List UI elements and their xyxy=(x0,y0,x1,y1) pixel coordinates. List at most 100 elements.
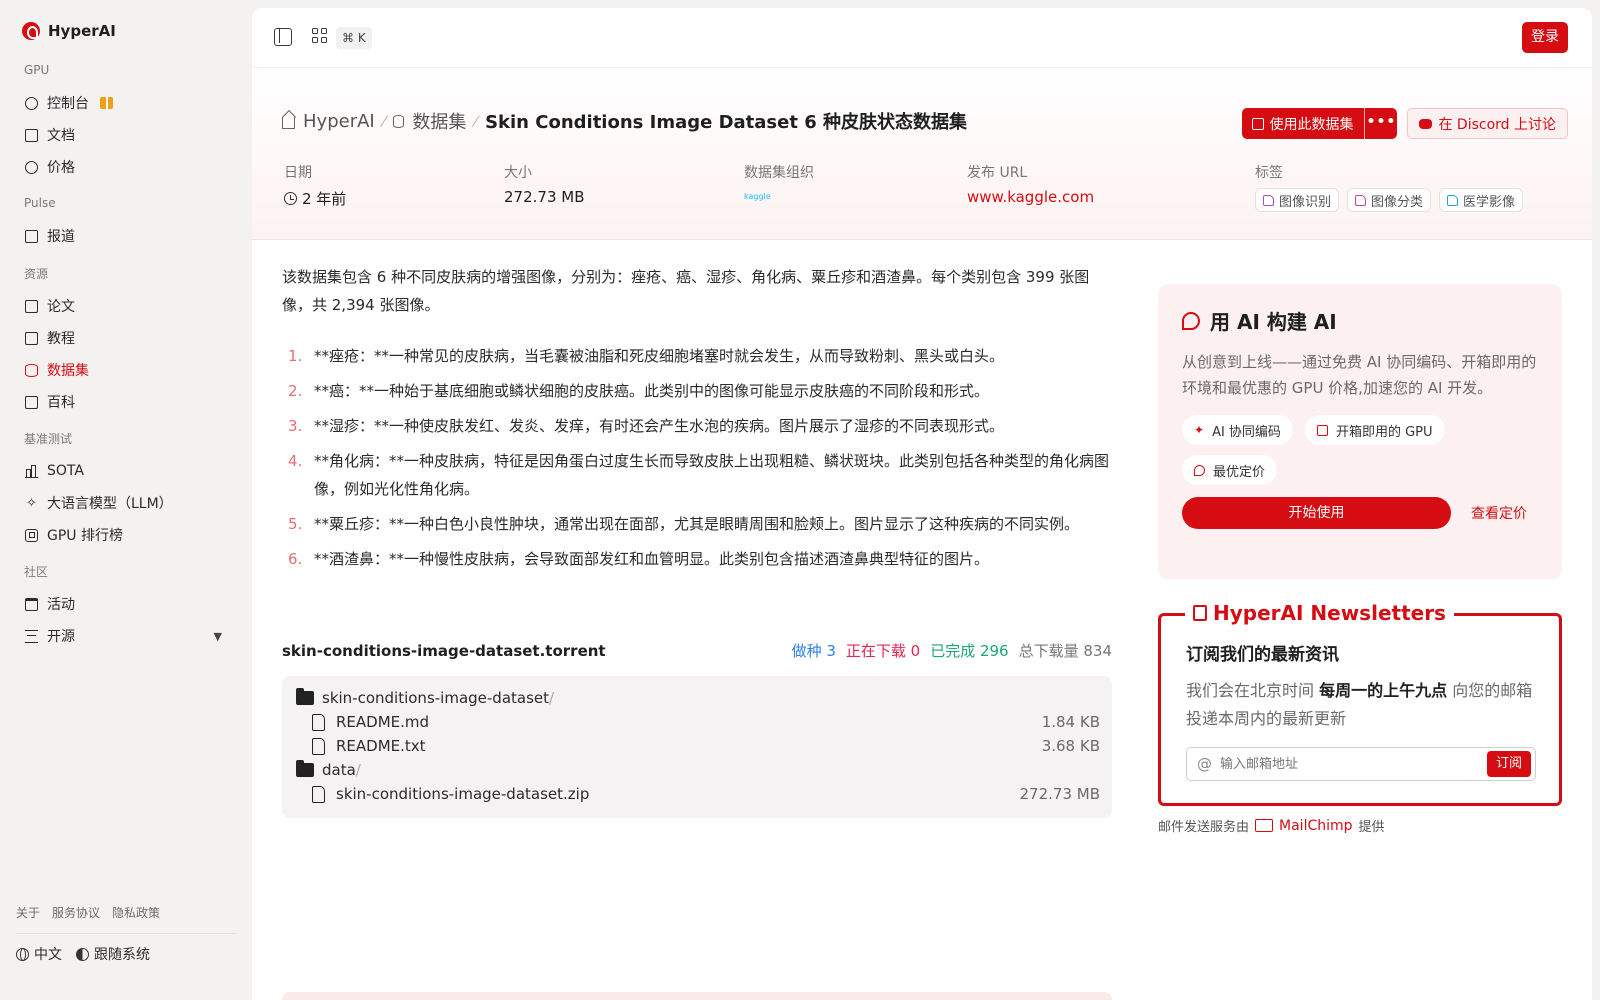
file-row[interactable]: skin-conditions-image-dataset.zip 272.73… xyxy=(296,782,1100,806)
file-icon xyxy=(312,737,325,755)
dashboard-icon xyxy=(25,96,38,110)
about-link[interactable]: 关于 xyxy=(16,904,40,921)
database-icon xyxy=(393,114,405,128)
subscribe-button[interactable]: 订阅 xyxy=(1486,751,1531,777)
file-name: README.md xyxy=(336,713,430,731)
list-number: 1. xyxy=(288,347,303,365)
topbar: ⌘ K 登录 xyxy=(252,8,1592,68)
page-title: Skin Conditions Image Dataset 6 种皮肤状态数据集 xyxy=(485,112,968,133)
ai-promo-card: 用 AI 构建 AI 从创意到上线——通过免费 AI 协同编码、开箱即用的环境和… xyxy=(1158,284,1562,579)
source-url-link[interactable]: www.kaggle.com xyxy=(967,188,1094,206)
meta-label: 大小 xyxy=(504,165,532,181)
use-dataset-button-group: 使用此数据集 ••• xyxy=(1242,108,1398,139)
theme-switcher[interactable]: 跟随系统 xyxy=(76,944,150,964)
terms-link[interactable]: 服务协议 xyxy=(52,904,100,921)
brand-name: HyperAI xyxy=(48,22,116,40)
file-row[interactable]: README.md 1.84 KB xyxy=(296,710,1100,734)
main-panel: ⌘ K 登录 HyperAI ⁄ 数据集 ⁄ Skin Conditions I… xyxy=(252,8,1592,1000)
chip-icon xyxy=(25,528,38,542)
nav-heading: 社区 xyxy=(24,565,49,579)
file-row[interactable]: data / xyxy=(296,758,1100,782)
server-icon xyxy=(1316,424,1328,436)
tag-icon xyxy=(1447,194,1459,206)
sidebar-item-events[interactable]: 活动 xyxy=(16,588,236,620)
tag-chip[interactable]: 医学影像 xyxy=(1439,188,1524,212)
breadcrumb-home[interactable]: HyperAI xyxy=(303,111,375,132)
chip-label: 最优定价 xyxy=(1213,464,1266,480)
file-row[interactable]: skin-conditions-image-dataset / xyxy=(296,686,1100,710)
tag-label: 图像识别 xyxy=(1279,194,1332,210)
newsletter-box: HyperAI Newsletters 订阅我们的最新资讯 我们会在北京时间 每… xyxy=(1158,601,1562,806)
tag-chip[interactable]: 图像分类 xyxy=(1347,188,1432,212)
tag-chip[interactable]: 图像识别 xyxy=(1255,188,1340,212)
sidebar-toggle-icon[interactable] xyxy=(274,28,292,46)
nav-heading: GPU xyxy=(24,63,50,77)
wiki-icon xyxy=(25,395,38,409)
sidebar-item-docs[interactable]: 文档 xyxy=(16,119,236,151)
date-value: 2 年前 xyxy=(302,190,347,208)
calendar-icon xyxy=(25,597,38,611)
database-icon xyxy=(25,363,38,377)
sidebar-item-label: 开源 xyxy=(47,629,75,645)
chart-bars-icon xyxy=(25,464,38,478)
more-options-button[interactable]: ••• xyxy=(1365,108,1397,139)
file-icon xyxy=(312,785,325,803)
chevron-down-icon: ▼ xyxy=(213,629,222,643)
file-name: README.txt xyxy=(336,737,426,755)
sidebar-item-sota[interactable]: SOTA xyxy=(16,455,236,487)
theme-label: 跟随系统 xyxy=(94,947,150,963)
sidebar-item-open-source[interactable]: 开源 ▼ xyxy=(16,620,236,652)
kaggle-logo[interactable]: kaggle xyxy=(744,192,814,201)
mail-note-post: 提供 xyxy=(1358,820,1385,835)
globe-icon xyxy=(16,947,29,961)
file-name: skin-conditions-image-dataset xyxy=(322,689,550,707)
mailchimp-link[interactable]: MailChimp xyxy=(1279,818,1353,834)
discord-button[interactable]: 在 Discord 上讨论 xyxy=(1407,108,1568,139)
sidebar-item-label: 报道 xyxy=(47,229,75,245)
sidebar-item-llm[interactable]: ✧ 大语言模型（LLM） xyxy=(16,487,236,519)
file-row[interactable]: README.txt 3.68 KB xyxy=(296,734,1100,758)
language-switcher[interactable]: 中文 xyxy=(16,944,62,964)
sidebar-item-label: 文档 xyxy=(47,128,75,144)
sidebar-item-console[interactable]: 控制台 xyxy=(16,87,236,119)
sidebar-item-news[interactable]: 报道 xyxy=(16,220,236,252)
sidebar-item-wiki[interactable]: 百科 xyxy=(16,386,236,418)
sidebar-item-pricing[interactable]: 价格 xyxy=(16,151,236,183)
email-input[interactable] xyxy=(1220,756,1487,772)
sidebar-item-label: 活动 xyxy=(47,597,75,613)
total-downloads: 总下载量 834 xyxy=(1018,642,1112,660)
torrent-filename[interactable]: skin-conditions-image-dataset.torrent xyxy=(282,642,606,660)
breadcrumb-separator: ⁄ xyxy=(382,111,386,131)
get-started-button[interactable]: 开始使用 xyxy=(1182,497,1451,529)
image-icon xyxy=(1355,194,1367,206)
command-shortcut[interactable]: ⌘ K xyxy=(336,27,372,49)
view-pricing-link[interactable]: 查看定价 xyxy=(1471,503,1527,523)
brand-logo-link[interactable]: HyperAI xyxy=(22,22,116,40)
chip-label: 开箱即用的 GPU xyxy=(1335,424,1433,440)
nav-heading: Pulse xyxy=(24,196,56,210)
sidebar-item-gpu-leaderboard[interactable]: GPU 排行榜 xyxy=(16,519,236,551)
meta-size: 大小 272.73 MB xyxy=(504,162,585,206)
file-size: 3.68 KB xyxy=(1041,737,1100,755)
sidebar-item-papers[interactable]: 论文 xyxy=(16,290,236,322)
tag-label: 图像分类 xyxy=(1371,194,1424,210)
folder-icon xyxy=(296,760,314,777)
discord-icon xyxy=(1419,118,1433,129)
newsletter-text-bold: 每周一的上午九点 xyxy=(1319,681,1448,700)
document-icon xyxy=(25,128,38,142)
at-icon: @ xyxy=(1197,755,1212,773)
list-number: 4. xyxy=(288,452,303,470)
apps-grid-icon[interactable] xyxy=(312,28,330,46)
breadcrumb-datasets[interactable]: 数据集 xyxy=(412,108,466,134)
sidebar-item-datasets[interactable]: 数据集 xyxy=(16,354,236,386)
use-dataset-button[interactable]: 使用此数据集 xyxy=(1242,108,1366,139)
folder-icon xyxy=(296,688,314,705)
newsletter-text-pre: 我们会在北京时间 xyxy=(1186,681,1320,700)
discord-label: 在 Discord 上讨论 xyxy=(1438,116,1556,133)
chip-label: AI 协同编码 xyxy=(1212,424,1281,440)
privacy-link[interactable]: 隐私政策 xyxy=(112,904,160,921)
theme-icon xyxy=(76,947,89,961)
sidebar-item-tutorials[interactable]: 教程 xyxy=(16,322,236,354)
list-text: **癌：**一种始于基底细胞或鳞状细胞的皮肤癌。此类别中的图像可能显示皮肤癌的不… xyxy=(314,382,990,400)
login-button[interactable]: 登录 xyxy=(1522,22,1568,53)
